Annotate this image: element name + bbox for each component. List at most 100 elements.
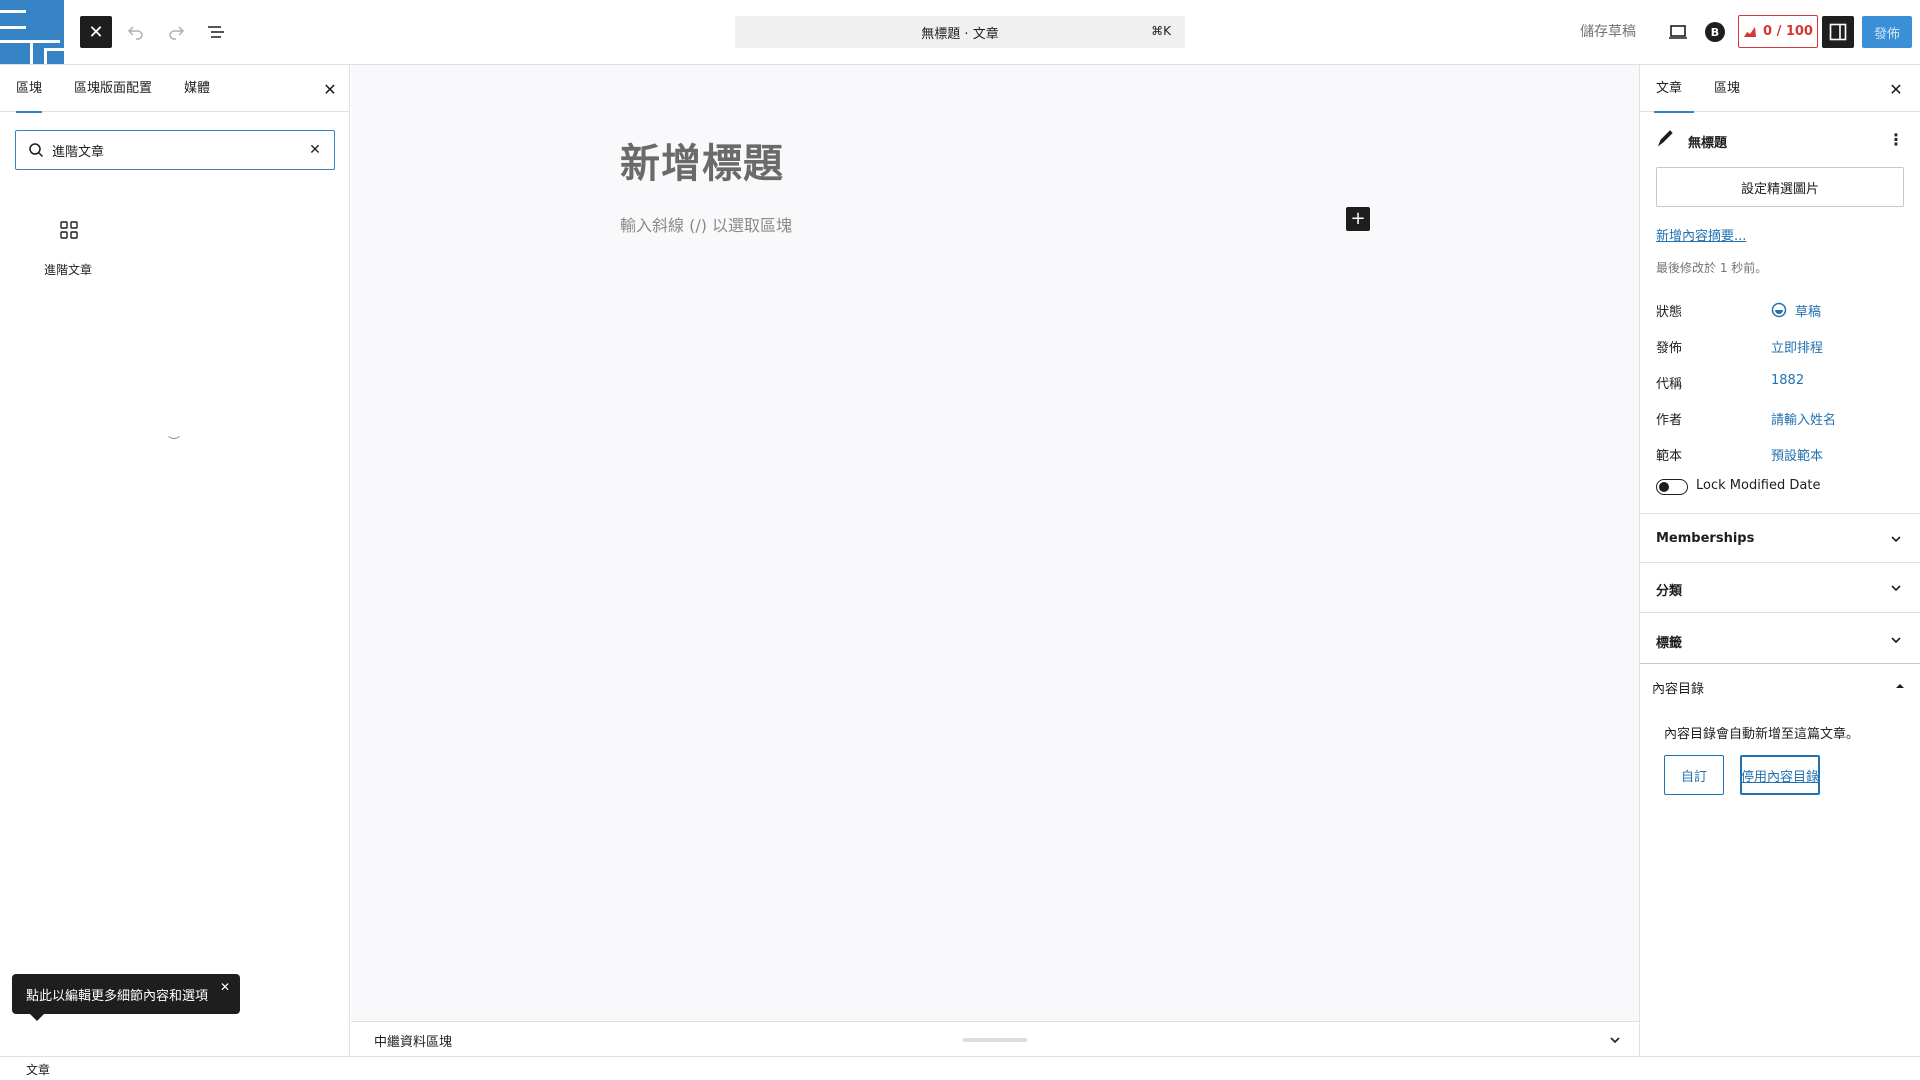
- panel-categories[interactable]: 分類: [1640, 562, 1920, 612]
- close-icon: ✕: [309, 142, 321, 158]
- lock-modified-date-row: Lock Modified Date: [1656, 475, 1906, 499]
- list-view-icon: [208, 26, 224, 38]
- chevron-down-icon: [1888, 632, 1904, 648]
- desktop-icon: [1669, 25, 1687, 39]
- meta-boxes-toggle[interactable]: [1605, 1030, 1625, 1050]
- tooltip-arrow: [30, 1014, 44, 1021]
- close-inserter-panel-button[interactable]: ✕: [314, 73, 346, 105]
- toc-title[interactable]: 內容目錄: [1652, 678, 1704, 697]
- toc-disable-button[interactable]: 停用內容目錄: [1740, 755, 1820, 795]
- more-vertical-icon: ⋮: [1888, 129, 1904, 149]
- tab-blocks[interactable]: 區塊: [16, 65, 43, 113]
- welcome-tooltip: 點此以編輯更多細節內容和選項 ✕: [12, 974, 240, 1021]
- close-icon: ✕: [88, 21, 104, 43]
- panel-tags[interactable]: 標籤: [1640, 612, 1920, 663]
- document-title: 無標題 · 文章: [921, 26, 999, 42]
- publish-label: 發佈: [1656, 341, 1683, 356]
- add-excerpt-link[interactable]: 新增內容摘要...: [1656, 225, 1746, 244]
- document-overview-button[interactable]: [200, 16, 232, 48]
- seo-score: 0 / 100: [1763, 24, 1813, 39]
- resize-handle[interactable]: [963, 1038, 1027, 1042]
- plugin-b-button[interactable]: B: [1703, 20, 1727, 44]
- search-icon: [29, 143, 44, 158]
- tab-post[interactable]: 文章: [1653, 65, 1695, 113]
- block-search-input[interactable]: [52, 139, 292, 161]
- meta-boxes-bar[interactable]: 中繼資料區塊: [351, 1021, 1639, 1056]
- template-label: 範本: [1656, 449, 1683, 464]
- plugin-b-icon: B: [1705, 22, 1725, 42]
- loading-spinner: [166, 423, 182, 439]
- close-icon: ✕: [323, 79, 337, 99]
- tooltip-text: 點此以編輯更多細節內容和選項: [26, 988, 209, 1004]
- chevron-down-icon: [1888, 580, 1904, 596]
- undo-button[interactable]: [120, 16, 152, 48]
- chevron-down-icon: [1888, 531, 1904, 547]
- save-draft-button[interactable]: 儲存草稿: [1580, 20, 1636, 44]
- slug-row: 代稱 1882: [1656, 370, 1906, 394]
- last-modified-text: 最後修改於 1 秒前。: [1656, 261, 1768, 275]
- publish-row: 發佈 立即排程: [1656, 334, 1906, 358]
- meta-boxes-title: 中繼資料區塊: [374, 1035, 453, 1050]
- close-icon: ✕: [1889, 79, 1903, 99]
- tooltip-close-button[interactable]: ✕: [220, 980, 230, 994]
- shortcut-hint: ⌘K: [1151, 24, 1171, 38]
- preview-button[interactable]: [1662, 16, 1694, 48]
- editor-footer: 文章: [0, 1056, 1920, 1080]
- block-inserter-panel: 區塊 區塊版面配置 媒體 ✕ ✕ 進階文章 點此以編輯更多細節內容和選項 ✕: [0, 65, 350, 1056]
- close-sidebar-button[interactable]: ✕: [1880, 73, 1912, 105]
- status-value[interactable]: 草稿: [1795, 301, 1821, 320]
- block-result-advanced-posts[interactable]: 進階文章: [22, 215, 114, 295]
- slug-value[interactable]: 1882: [1771, 373, 1804, 388]
- paragraph-block[interactable]: 輸入斜線 (/) 以選取區塊: [620, 212, 792, 236]
- post-title-input[interactable]: 新增標題: [620, 131, 784, 189]
- seo-score-button[interactable]: 0 / 100: [1738, 15, 1818, 48]
- breadcrumb[interactable]: 文章: [26, 1061, 50, 1078]
- clear-search-button[interactable]: ✕: [304, 139, 326, 161]
- lock-modified-date-toggle[interactable]: [1656, 479, 1688, 495]
- post-card-title: 無標題: [1688, 136, 1728, 151]
- panel-title: 分類: [1656, 584, 1683, 599]
- toc-description: 內容目錄會自動新增至這篇文章。: [1664, 727, 1860, 742]
- block-result-label: 進階文章: [43, 263, 92, 277]
- caret-up-icon[interactable]: [1892, 678, 1908, 694]
- grid-icon: [60, 221, 78, 239]
- panel-title: 標籤: [1656, 636, 1683, 651]
- undo-icon: [127, 26, 143, 40]
- settings-sidebar: 文章 區塊 ✕ 無標題 ⋮ 設定精選圖片 新增內容摘要... 最後修改於 1 秒…: [1639, 65, 1920, 1056]
- draft-status-icon: [1771, 302, 1787, 318]
- panel-memberships[interactable]: Memberships: [1640, 513, 1920, 562]
- status-row: 狀態 草稿: [1656, 298, 1906, 322]
- redo-icon: [169, 26, 185, 40]
- add-block-button[interactable]: +: [1346, 207, 1370, 231]
- site-logo-icon[interactable]: [0, 0, 64, 64]
- post-actions-menu[interactable]: ⋮: [1884, 127, 1908, 151]
- tab-patterns[interactable]: 區塊版面配置: [74, 65, 152, 112]
- close-inserter-button[interactable]: ✕: [80, 16, 112, 48]
- sidebar-tabs: 文章 區塊 ✕: [1640, 65, 1920, 113]
- redo-button[interactable]: [160, 16, 192, 48]
- command-palette-button[interactable]: 無標題 · 文章 ⌘K: [735, 16, 1185, 48]
- author-row: 作者 請輸入姓名: [1656, 406, 1906, 430]
- publish-value[interactable]: 立即排程: [1771, 337, 1823, 356]
- status-label: 狀態: [1656, 305, 1683, 320]
- tab-media[interactable]: 媒體: [184, 65, 210, 112]
- author-label: 作者: [1656, 413, 1683, 428]
- panel-title: Memberships: [1656, 531, 1755, 546]
- plus-icon: +: [1350, 208, 1366, 229]
- lock-modified-date-label: Lock Modified Date: [1696, 478, 1821, 493]
- slug-label: 代稱: [1656, 377, 1683, 392]
- tab-block[interactable]: 區塊: [1714, 65, 1740, 112]
- chevron-down-icon: [1610, 1037, 1620, 1044]
- block-search-box: ✕: [15, 130, 335, 170]
- template-value[interactable]: 預設範本: [1771, 445, 1823, 464]
- inserter-tabs: 區塊 區塊版面配置 媒體 ✕: [0, 65, 349, 113]
- panel-table-of-contents: 內容目錄: [1640, 663, 1920, 1056]
- settings-toggle-button[interactable]: [1822, 16, 1854, 48]
- toc-custom-button[interactable]: 自訂: [1664, 755, 1724, 795]
- sidebar-toggle-icon: [1829, 23, 1847, 41]
- publish-button[interactable]: 發佈: [1862, 16, 1912, 48]
- set-featured-image-button[interactable]: 設定精選圖片: [1656, 167, 1904, 207]
- author-value[interactable]: 請輸入姓名: [1771, 409, 1836, 428]
- post-author-pen-icon: [1657, 130, 1673, 147]
- seo-score-icon: [1744, 26, 1756, 37]
